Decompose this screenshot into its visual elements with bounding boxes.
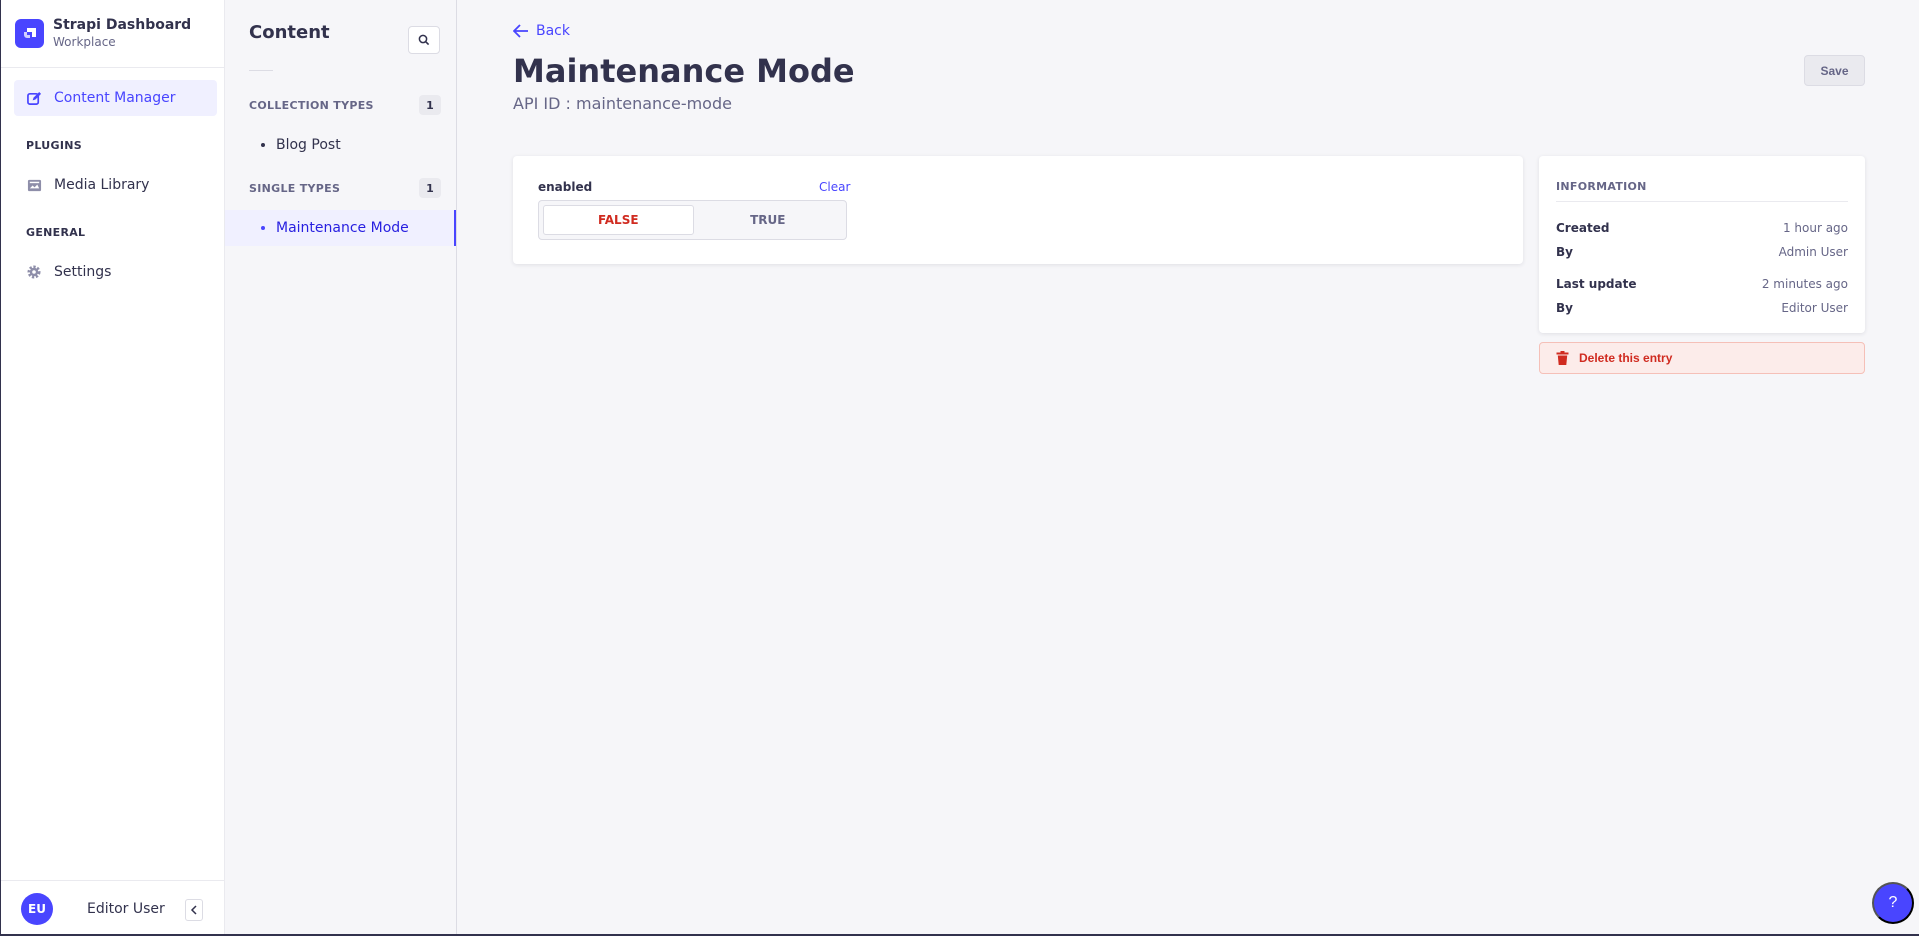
info-row-last-update: Last update 2 minutes ago — [1556, 277, 1848, 291]
image-icon — [26, 177, 42, 193]
api-id: API ID : maintenance-mode — [513, 94, 732, 113]
nav-item-label: Media Library — [54, 177, 150, 193]
strapi-logo-icon — [15, 19, 44, 48]
single-types-header[interactable]: SINGLE TYPES 1 — [249, 178, 441, 198]
info-row-updated-by: By Editor User — [1556, 301, 1848, 315]
enabled-toggle[interactable]: FALSE TRUE — [538, 200, 847, 240]
information-title: INFORMATION — [1556, 180, 1848, 202]
brand-subtitle: Workplace — [53, 35, 116, 49]
info-key: By — [1556, 301, 1573, 315]
collapse-nav-button[interactable] — [185, 899, 203, 921]
clear-button[interactable]: Clear — [819, 180, 850, 194]
info-value: 1 hour ago — [1782, 221, 1848, 235]
divider — [249, 70, 273, 71]
nav-content-manager[interactable]: Content Manager — [14, 80, 217, 116]
chevron-left-icon — [190, 905, 197, 915]
brand: Strapi Dashboard Workplace — [1, 0, 224, 68]
info-key: By — [1556, 245, 1573, 259]
delete-label: Delete this entry — [1579, 351, 1673, 365]
pencil-icon — [26, 90, 42, 106]
subnav-item-maintenance-mode[interactable]: Maintenance Mode — [225, 210, 456, 246]
info-value: Admin User — [1778, 245, 1848, 259]
count-badge: 1 — [419, 95, 441, 115]
info-key: Created — [1556, 221, 1610, 235]
info-value: 2 minutes ago — [1761, 277, 1848, 291]
subnav-title: Content — [249, 22, 330, 43]
trash-icon — [1556, 351, 1569, 365]
info-key: Last update — [1556, 277, 1637, 291]
subnav-item-label: Maintenance Mode — [276, 220, 409, 236]
page-title: Maintenance Mode — [513, 52, 855, 90]
help-button[interactable]: ? — [1872, 882, 1914, 924]
section-label: COLLECTION TYPES — [249, 98, 374, 112]
subnav-item-label: Blog Post — [276, 137, 341, 153]
edit-form-card: enabled Clear FALSE TRUE — [513, 156, 1523, 264]
back-link[interactable]: Back — [513, 23, 570, 39]
nav-item-label: Settings — [54, 264, 112, 280]
content-subnav: Content COLLECTION TYPES 1 Blog Post SIN… — [225, 0, 457, 936]
user-name[interactable]: Editor User — [87, 901, 165, 917]
toggle-false-option[interactable]: FALSE — [543, 205, 694, 235]
save-button[interactable]: Save — [1804, 55, 1865, 86]
avatar[interactable]: EU — [21, 892, 53, 925]
subnav-item-blog-post[interactable]: Blog Post — [225, 127, 456, 163]
nav-settings[interactable]: Settings — [14, 254, 217, 290]
delete-entry-button[interactable]: Delete this entry — [1539, 342, 1865, 374]
brand-title: Strapi Dashboard — [53, 17, 192, 33]
info-value: Editor User — [1781, 301, 1848, 315]
nav-footer: EU Editor User — [1, 880, 225, 936]
search-icon — [418, 34, 430, 46]
count-badge: 1 — [419, 178, 441, 198]
field-label-enabled: enabled — [538, 180, 593, 194]
nav-media-library[interactable]: Media Library — [14, 167, 217, 203]
main-nav: Strapi Dashboard Workplace Content Manag… — [0, 0, 225, 936]
info-row-created: Created 1 hour ago — [1556, 221, 1848, 235]
info-row-created-by: By Admin User — [1556, 245, 1848, 259]
nav-section-plugins: PLUGINS — [26, 139, 82, 152]
section-label: SINGLE TYPES — [249, 181, 341, 195]
gear-icon — [26, 264, 42, 280]
arrow-left-icon — [513, 24, 528, 38]
information-card: INFORMATION Created 1 hour ago By Admin … — [1539, 156, 1865, 333]
back-label: Back — [536, 23, 570, 39]
nav-item-label: Content Manager — [54, 90, 176, 106]
bullet-icon — [261, 226, 265, 230]
nav-section-general: GENERAL — [26, 226, 86, 239]
collection-types-header[interactable]: COLLECTION TYPES 1 — [249, 95, 441, 115]
bullet-icon — [261, 143, 265, 147]
search-button[interactable] — [408, 26, 440, 54]
toggle-true-option[interactable]: TRUE — [694, 205, 843, 235]
